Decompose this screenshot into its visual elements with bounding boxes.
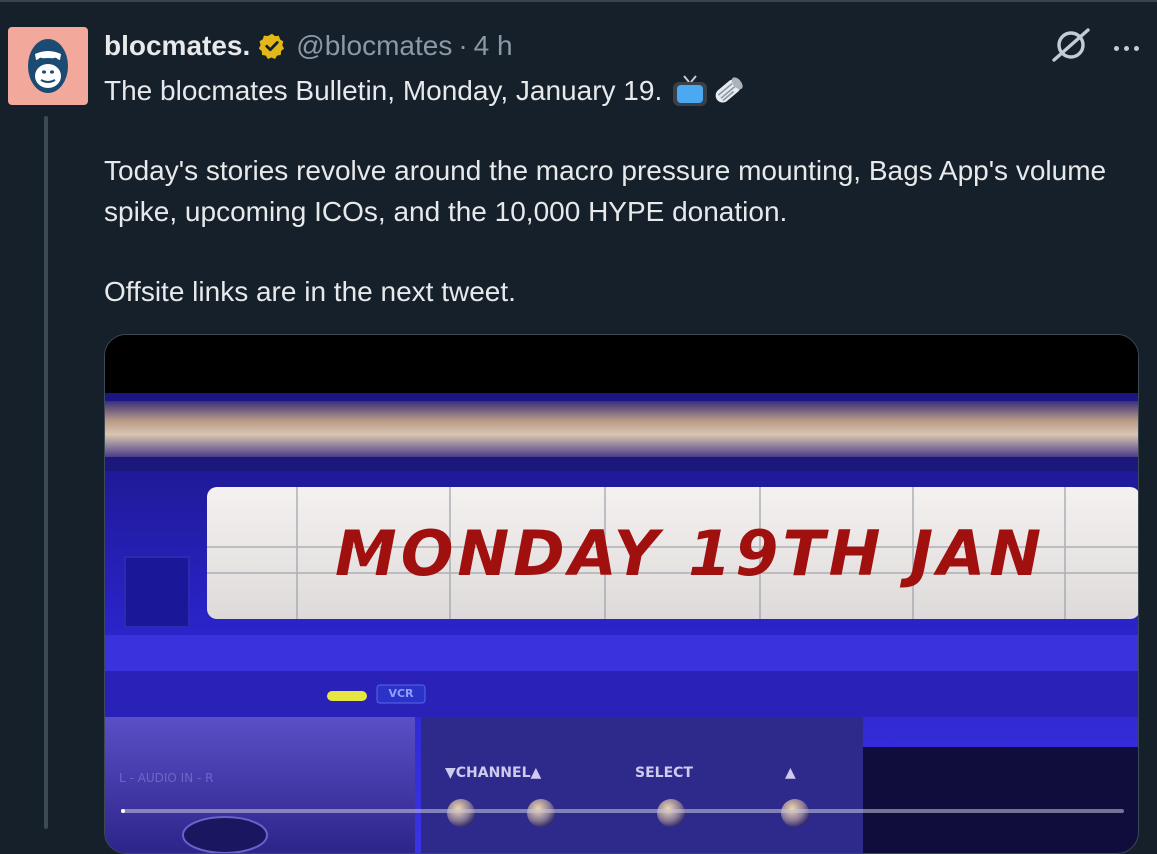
tweet-paragraph-links-note: Offsite links are in the next tweet. [104,276,516,307]
separator-dot: · [458,30,468,61]
tweet-header-actions [1050,26,1139,69]
avatar[interactable] [8,27,88,105]
thread-connector-line [44,116,48,829]
tweet-text: The blocmates Bulletin, Monday, January … [104,70,1134,312]
tweet[interactable]: blocmates. @blocmates · 4 h The blocmate… [0,0,1157,854]
television-emoji-icon [673,74,708,106]
gorilla-logo-icon [28,39,68,93]
timestamp[interactable]: 4 h [474,30,513,62]
vcr-badge: VCR [388,687,414,700]
handle[interactable]: @blocmates [296,30,452,62]
date-display-text: MONDAY 19TH JAN [335,516,1046,590]
tweet-header: blocmates. @blocmates · 4 h [104,28,513,64]
channel-label: ▼CHANNEL▲ [445,765,542,781]
select-label: SELECT [635,765,693,781]
up-arrow-label: ▲ [785,765,796,781]
video-progress-bar[interactable] [121,809,1124,813]
display-name[interactable]: blocmates. [104,30,250,62]
tweet-paragraph: Today's stories revolve around the macro… [104,155,1107,227]
audio-in-label: L - AUDIO IN - R [119,771,214,785]
tweet-headline: The blocmates Bulletin, Monday, January … [104,75,663,106]
gold-verified-badge-icon[interactable] [258,32,286,60]
rolled-newspaper-emoji-icon [715,76,743,102]
video-progress-fill [121,809,125,813]
grok-icon[interactable] [1050,26,1092,69]
more-options-icon[interactable] [1114,44,1139,51]
video-player[interactable]: MONDAY 19TH JAN VCR ▼CHANNEL▲ SELECT ▲ L… [104,334,1139,854]
